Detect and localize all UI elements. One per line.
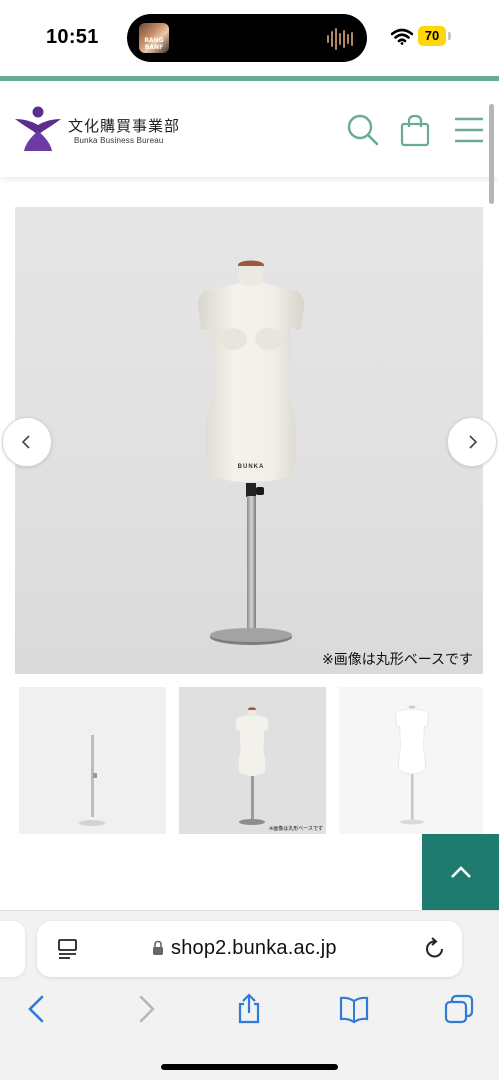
address-bar[interactable]: shop2.bunka.ac.jp [37, 921, 462, 977]
thumbnail-white-mannequin-image [339, 687, 483, 834]
page: 10:51 RANG BANF 70 文化購買事業部 Bunka Busines… [0, 0, 499, 1080]
logo-text-jp: 文化購買事業部 [68, 117, 181, 135]
status-bar: 10:51 RANG BANF 70 [0, 0, 499, 76]
battery-indicator: 70 [418, 26, 446, 46]
wifi-icon [391, 28, 413, 45]
home-indicator [161, 1064, 338, 1070]
forward-icon[interactable] [130, 993, 162, 1025]
site-header: 文化購買事業部 Bunka Business Bureau [0, 81, 499, 177]
mannequin-photo: BUNKA [197, 260, 305, 645]
chevron-left-icon [21, 435, 30, 449]
logo-text-en: Bunka Business Bureau [74, 136, 164, 145]
main-image-caption: ※画像は丸形ベースです [321, 652, 473, 668]
status-time: 10:51 [46, 26, 99, 48]
chevron-up-icon [450, 866, 471, 878]
tabs-icon[interactable] [443, 993, 475, 1025]
hamburger-menu-icon[interactable] [452, 113, 486, 147]
back-to-top-button[interactable] [422, 834, 499, 910]
dynamic-island[interactable]: RANG BANF [127, 14, 367, 62]
url-text: shop2.bunka.ac.jp [171, 937, 337, 959]
thumbnail-mannequin[interactable]: ※画像は丸形ベースです [179, 687, 326, 834]
thumbnail-caption: ※画像は丸形ベースです [269, 826, 323, 832]
audio-waveform-icon [327, 28, 353, 50]
now-playing-art-text: RANG BANF [144, 37, 164, 51]
scroll-indicator[interactable] [489, 104, 494, 204]
reload-icon[interactable] [423, 936, 447, 960]
reader-icon[interactable] [57, 938, 79, 960]
lock-icon [153, 940, 163, 955]
chevron-right-icon [469, 435, 478, 449]
thumbnail-mannequin-white[interactable] [339, 687, 483, 834]
product-main-image[interactable]: BUNKA ※画像は丸形ベースです [15, 207, 483, 674]
browser-toolbar: shop2.bunka.ac.jp [0, 910, 499, 1080]
shopping-bag-icon[interactable] [398, 113, 432, 147]
thumbnail-mannequin-image [235, 707, 269, 825]
thumbnail-stand-image [79, 735, 105, 826]
mannequin-brand-label: BUNKA [238, 464, 265, 470]
share-icon[interactable] [233, 993, 265, 1025]
battery-tip [448, 32, 451, 40]
bunka-logo-icon[interactable] [14, 105, 62, 151]
bookmarks-icon[interactable] [338, 993, 370, 1025]
gallery-prev-button[interactable] [2, 417, 52, 467]
gallery-next-button[interactable] [447, 417, 497, 467]
now-playing-artwork: RANG BANF [139, 23, 169, 53]
back-icon[interactable] [22, 993, 54, 1025]
previous-tab-peek[interactable] [0, 921, 25, 977]
search-icon[interactable] [346, 113, 380, 147]
thumbnail-stand-only[interactable] [19, 687, 166, 834]
